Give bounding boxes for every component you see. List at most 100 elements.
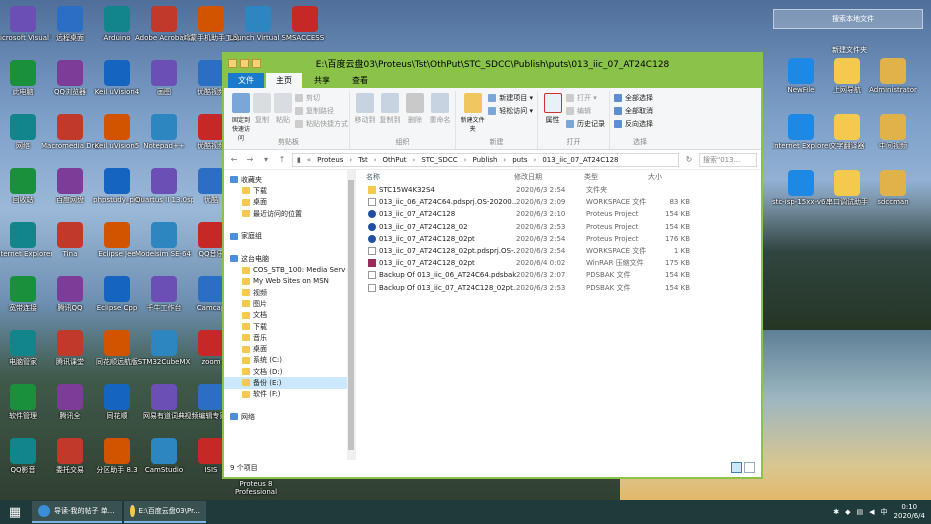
nav-item[interactable]: 网络 [224, 411, 355, 422]
tab-share[interactable]: 共享 [304, 73, 340, 88]
breadcrumb-separator[interactable]: › [534, 156, 537, 164]
invert-selection-button[interactable]: 反向选择 [614, 119, 653, 129]
breadcrumb-item[interactable]: OthPut [383, 156, 407, 164]
desktop-shortcut[interactable]: MSACCESS [276, 6, 334, 42]
navigation-pane[interactable]: 收藏夹 下载 桌面 最近访问的位置 家庭组 这台电脑 COS_STB_100: Media … [224, 170, 356, 460]
column-name[interactable]: 名称 [366, 172, 514, 182]
table-row[interactable]: 013_iic_07_AT24C128_02pt.pdsprj.OS-... 20… [356, 245, 761, 257]
bluetooth-icon[interactable]: ✱ [833, 508, 839, 516]
nav-item[interactable]: 备份 (E:) [224, 377, 355, 389]
volume-icon[interactable]: ◀ [869, 508, 874, 516]
nav-item[interactable]: 视频 [224, 287, 355, 298]
shield-icon[interactable]: ◆ [845, 508, 850, 516]
nav-item[interactable]: 家庭组 [224, 230, 355, 241]
nav-item[interactable]: 系统 (C:) [224, 355, 355, 366]
desktop-search-gadget[interactable]: 搜索本地文件 [773, 9, 923, 29]
new-item-button[interactable]: 新建项目 ▾ [488, 93, 533, 103]
paste-button[interactable]: 粘贴 [274, 91, 292, 137]
edit-button[interactable]: 编辑 [566, 106, 605, 116]
large-icons-view-icon[interactable] [744, 462, 755, 473]
nav-item[interactable]: 音乐 [224, 332, 355, 343]
nav-scrollbar-thumb[interactable] [348, 180, 354, 450]
column-date[interactable]: 修改日期 [514, 172, 584, 182]
nav-item[interactable]: COS_STB_100: Media Serv [224, 264, 355, 275]
tab-file[interactable]: 文件 [228, 73, 264, 88]
select-none-button[interactable]: 全部取消 [614, 106, 653, 116]
column-size[interactable]: 大小 [648, 172, 688, 182]
details-view-icon[interactable] [731, 462, 742, 473]
breadcrumb-item[interactable]: puts [512, 156, 527, 164]
cut-button[interactable]: 剪切 [295, 93, 348, 103]
pin-button[interactable]: 固定到快速访问 [232, 91, 250, 142]
breadcrumb-separator[interactable]: › [349, 156, 352, 164]
desktop-shortcut-label-partial[interactable]: Proteus 8 Professional [226, 480, 286, 496]
nav-item[interactable]: 文档 (D:) [224, 366, 355, 377]
taskbar-button[interactable]: 导读-我的帖子 单... [32, 501, 122, 523]
breadcrumb-item[interactable]: Publish [472, 156, 497, 164]
breadcrumb-separator[interactable]: › [464, 156, 467, 164]
nav-item[interactable]: 桌面 [224, 197, 355, 208]
easy-access-button[interactable]: 轻松访问 ▾ [488, 106, 533, 116]
explorer-window[interactable]: E:\百度云盘03\Proteus\Tst\OthPut\STC_SDCC\Pu… [222, 52, 763, 479]
properties-button[interactable]: 属性 [542, 91, 563, 137]
nav-item[interactable]: 桌面 [224, 343, 355, 354]
clock[interactable]: 0:10 2020/6/4 [894, 503, 925, 521]
table-row[interactable]: 013_iic_06_AT24C64.pdsprj.OS-20200... 202… [356, 196, 761, 208]
taskbar-button[interactable]: E:\百度云盘03\Pr... [124, 501, 206, 523]
back-icon[interactable]: ← [228, 154, 240, 166]
breadcrumb-item[interactable]: Tst [358, 156, 368, 164]
title-bar[interactable]: E:\百度云盘03\Proteus\Tst\OthPut\STC_SDCC\Pu… [224, 54, 761, 72]
network-icon[interactable]: ▤ [857, 508, 864, 516]
table-row[interactable]: STC15W4K32S4 2020/6/3 2:54 文件夹 [356, 184, 761, 196]
start-icon[interactable]: ▦ [0, 500, 30, 524]
copy-button[interactable]: 复制 [253, 91, 271, 137]
breadcrumb-item[interactable]: Proteus [317, 156, 343, 164]
breadcrumb-separator[interactable]: › [503, 156, 506, 164]
rename-button[interactable]: 重命名 [429, 91, 451, 137]
desktop-shortcut[interactable]: 中间视频 [864, 114, 922, 150]
input-language[interactable]: 中 [881, 507, 888, 517]
desktop-shortcut[interactable]: Administrator [864, 58, 922, 94]
delete-button[interactable]: 删除 [404, 91, 426, 137]
tab-home[interactable]: 主页 [266, 73, 302, 88]
forward-icon[interactable]: → [244, 154, 256, 166]
nav-item[interactable]: My Web Sites on MSN [224, 276, 355, 287]
chevron-down-icon[interactable]: ▾ [260, 154, 272, 166]
refresh-icon[interactable]: ↻ [683, 154, 695, 166]
file-list[interactable]: 名称 修改日期 类型 大小 STC15W4K32S4 2020/6/3 2:54 文… [356, 170, 761, 460]
nav-item[interactable]: 最近访问的位置 [224, 208, 355, 219]
desktop-shortcut[interactable]: sdccman [864, 170, 922, 206]
select-all-button[interactable]: 全部选择 [614, 93, 653, 103]
table-row[interactable]: Backup Of 013_iic_06_AT24C64.pdsbak 2020/… [356, 269, 761, 281]
nav-item[interactable]: 下载 [224, 321, 355, 332]
nav-item[interactable]: 软件 (F:) [224, 389, 355, 400]
nav-scrollbar[interactable] [347, 170, 355, 460]
search-input[interactable]: 搜索"013... [699, 152, 757, 167]
copy-path-button[interactable]: 复制路径 [295, 106, 348, 116]
nav-item[interactable]: 收藏夹 [224, 174, 355, 185]
open-button[interactable]: 打开 ▾ [566, 93, 605, 103]
up-icon[interactable]: ↑ [276, 154, 288, 166]
move-to-button[interactable]: 移动到 [354, 91, 376, 137]
history-button[interactable]: 历史记录 [566, 119, 605, 129]
address-bar[interactable]: ▮ « Proteus › Tst › OthPut › STC_SDCC › Publish ›… [292, 152, 679, 167]
nav-item[interactable]: 这台电脑 [224, 253, 355, 264]
paste-shortcut-button[interactable]: 粘贴快捷方式 [295, 119, 348, 129]
nav-item[interactable]: 图片 [224, 298, 355, 309]
breadcrumb-item[interactable]: STC_SDCC [421, 156, 457, 164]
table-row[interactable]: 013_iic_07_AT24C128_02pt 2020/6/3 2:54 Pro… [356, 233, 761, 245]
nav-item[interactable]: 文档 [224, 310, 355, 321]
column-type[interactable]: 类型 [584, 172, 648, 182]
new-folder-button[interactable]: 新建文件夹 [460, 91, 485, 137]
table-row[interactable]: 013_iic_07_AT24C128_02pt 2020/6/4 0:02 Win… [356, 257, 761, 269]
breadcrumb-item[interactable]: 013_iic_07_AT24C128 [542, 156, 618, 164]
breadcrumb-separator[interactable]: › [413, 156, 416, 164]
tab-view[interactable]: 查看 [342, 73, 378, 88]
copy-to-button[interactable]: 复制到 [379, 91, 401, 137]
breadcrumb-separator[interactable]: › [374, 156, 377, 164]
table-row[interactable]: Backup Of 013_iic_07_AT24C128_02pt... 202… [356, 282, 761, 294]
table-row[interactable]: 013_iic_07_AT24C128 2020/6/3 2:10 Proteus … [356, 208, 761, 220]
table-row[interactable]: 013_iic_07_AT24C128_02 2020/6/3 2:53 Prote… [356, 221, 761, 233]
nav-item[interactable]: 下载 [224, 185, 355, 196]
desktop-new-folder-label[interactable]: 新建文件夹 [832, 45, 867, 55]
